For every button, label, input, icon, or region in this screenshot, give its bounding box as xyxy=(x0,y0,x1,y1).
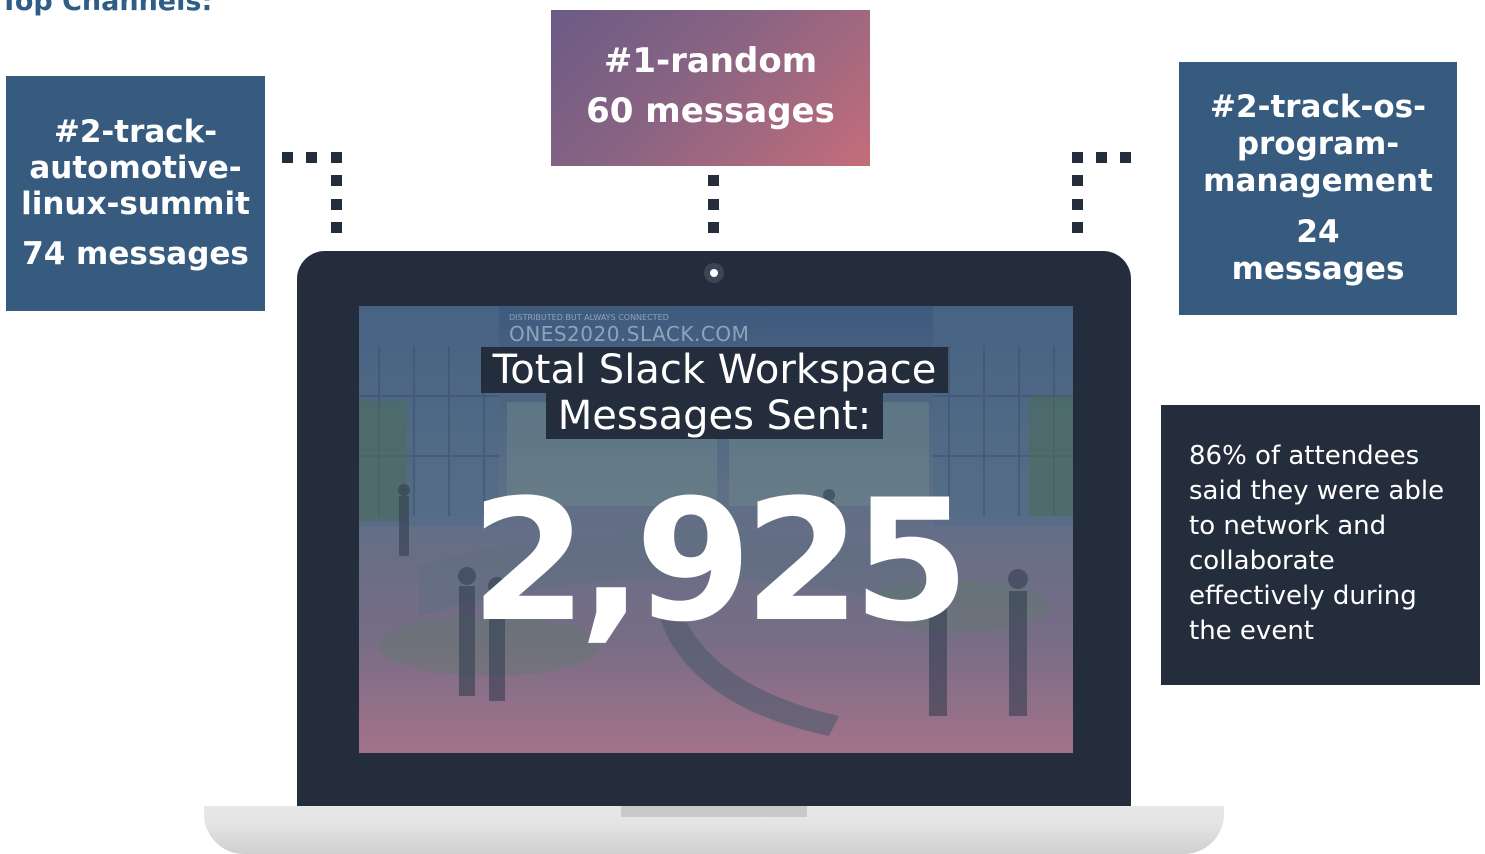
channel-message-count: 74 messages xyxy=(22,235,249,272)
total-messages-count: 2,925 xyxy=(470,463,969,659)
channel-card-random: #1-random 60 messages xyxy=(551,10,870,166)
channel-card-os-program-management: #2-track-os-program-management 24 messag… xyxy=(1179,62,1457,315)
title-line-1: Total Slack Workspace xyxy=(480,347,949,393)
laptop-hinge-notch xyxy=(621,806,807,817)
venue-sign-url: ONES2020.SLACK.COM xyxy=(509,322,750,346)
channel-card-automotive-linux-summit: #2-track-automotive-linux-summit 74 mess… xyxy=(6,76,265,311)
title-line-2: Messages Sent: xyxy=(545,393,884,439)
total-messages-title: Total Slack Workspace Messages Sent: xyxy=(479,347,950,439)
channel-name: #2-track-os-program-management xyxy=(1203,89,1433,199)
webcam-icon xyxy=(704,263,724,283)
venue-sign-caption: DISTRIBUTED BUT ALWAYS CONNECTED xyxy=(509,313,669,322)
laptop-screen: DISTRIBUTED BUT ALWAYS CONNECTED ONES202… xyxy=(359,306,1073,753)
attendee-stat-text: 86% of attendees said they were able to … xyxy=(1189,441,1445,646)
channel-name: #1-random xyxy=(603,41,818,81)
channel-message-count: 24 messages xyxy=(1231,214,1405,287)
attendee-stat-card: 86% of attendees said they were able to … xyxy=(1161,405,1480,685)
top-channels-heading: Top Channels: xyxy=(0,0,213,17)
channel-message-count: 60 messages xyxy=(586,91,835,131)
channel-name: #2-track-automotive-linux-summit xyxy=(21,113,250,222)
